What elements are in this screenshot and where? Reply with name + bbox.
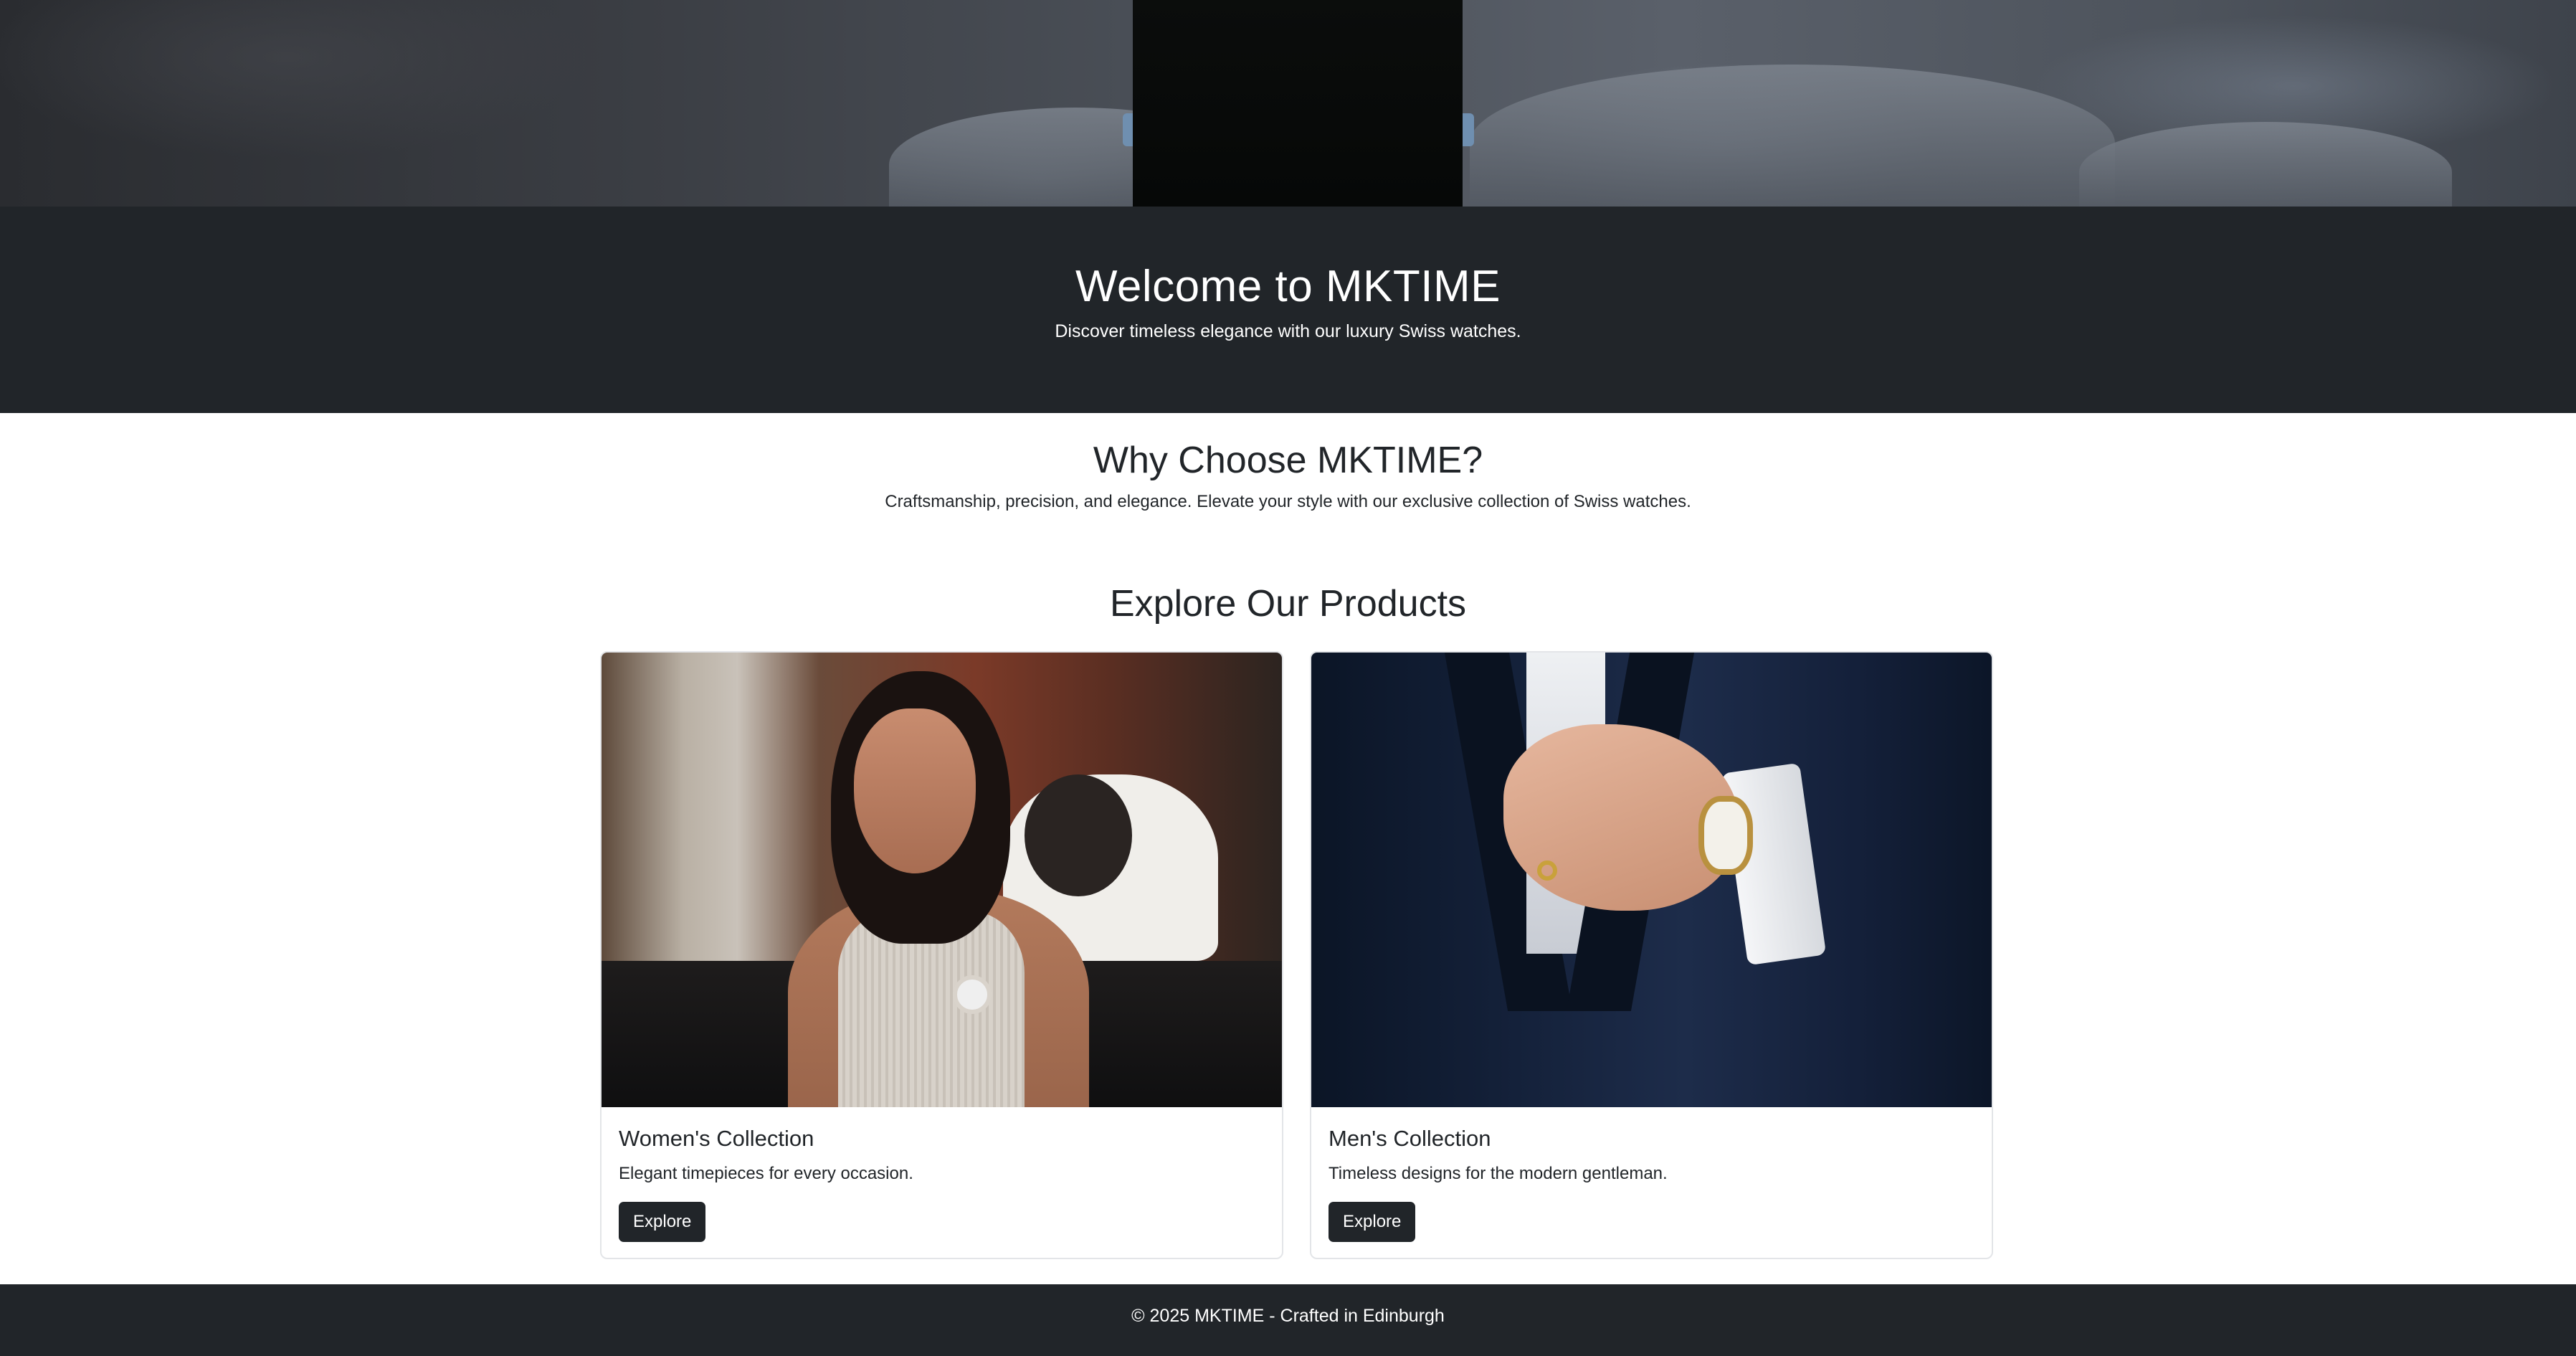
rock-shape	[2079, 122, 2452, 207]
watch-icon	[953, 975, 992, 1014]
explore-men-button[interactable]: Explore	[1329, 1202, 1416, 1242]
women-collection-image	[602, 653, 1282, 1107]
ring-icon	[1537, 860, 1557, 881]
hero-banner-image	[0, 0, 2576, 207]
rock-shape	[1470, 65, 2115, 207]
footer: © 2025 MKTIME - Crafted in Edinburgh	[0, 1284, 2576, 1356]
card-title: Women's Collection	[619, 1126, 814, 1151]
products-heading: Explore Our Products	[1109, 583, 1467, 625]
welcome-subtitle: Discover timeless elegance with our luxu…	[1055, 321, 1521, 341]
product-card-men: Men's Collection Timeless designs for th…	[1310, 651, 1993, 1259]
welcome-section: Welcome to MKTIME Discover timeless eleg…	[0, 207, 2576, 413]
product-card-women: Women's Collection Elegant timepieces fo…	[600, 651, 1283, 1259]
background-person-head	[1025, 774, 1132, 896]
model-face	[854, 708, 976, 873]
explore-women-button[interactable]: Explore	[619, 1202, 706, 1242]
card-title: Men's Collection	[1329, 1126, 1491, 1151]
watch-icon	[1698, 796, 1753, 875]
why-heading: Why Choose MKTIME?	[1093, 440, 1483, 481]
men-collection-image	[1311, 653, 1992, 1107]
footer-text: © 2025 MKTIME - Crafted in Edinburgh	[1131, 1306, 1445, 1326]
card-description: Timeless designs for the modern gentlema…	[1329, 1164, 1668, 1183]
welcome-title: Welcome to MKTIME	[1075, 262, 1501, 311]
dark-object	[1133, 0, 1463, 207]
card-description: Elegant timepieces for every occasion.	[619, 1164, 913, 1183]
why-text: Craftsmanship, precision, and elegance. …	[885, 492, 1691, 511]
